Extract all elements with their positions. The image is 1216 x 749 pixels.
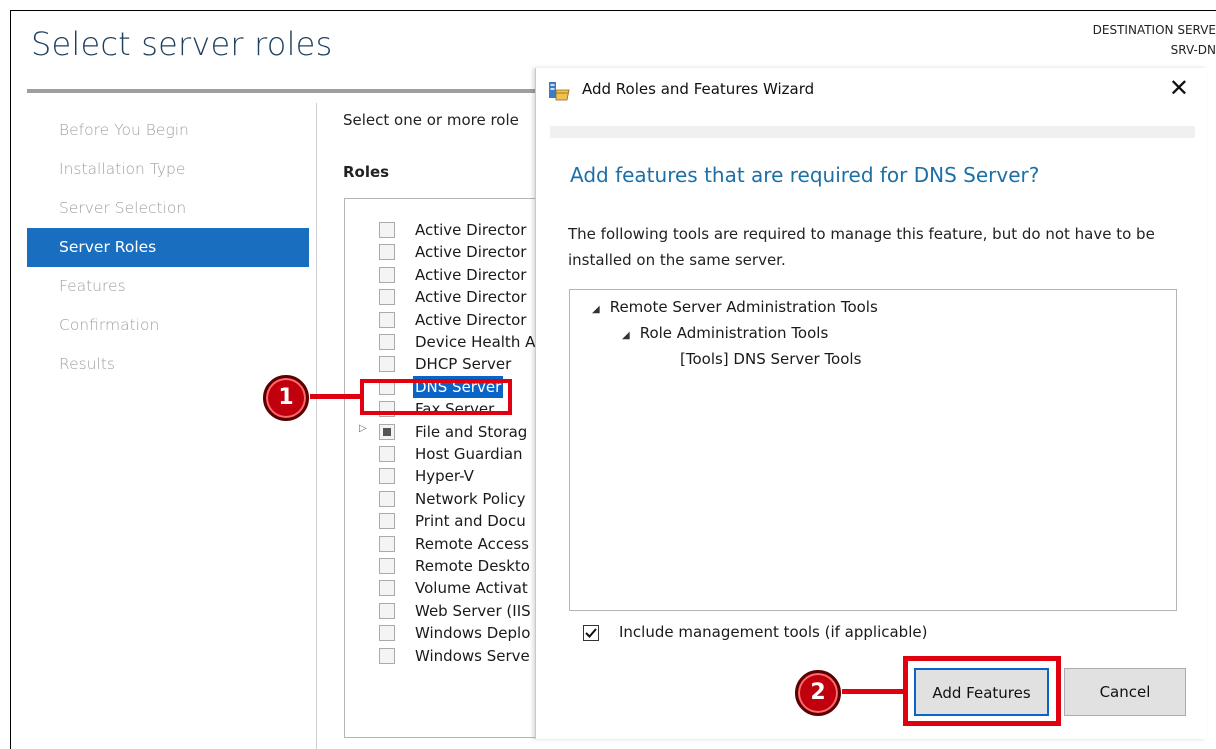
- dialog-description: The following tools are required to mana…: [568, 225, 1155, 269]
- role-label: Active Director: [415, 265, 527, 284]
- role-checkbox[interactable]: [379, 356, 395, 373]
- role-checkbox[interactable]: [379, 580, 395, 597]
- role-checkbox[interactable]: [379, 222, 395, 238]
- roles-list[interactable]: Active Director Active Director Active Dir…: [344, 198, 564, 738]
- role-row[interactable]: ▷ File and Storag: [345, 421, 563, 444]
- tree-item-role-admin-tools[interactable]: ◢ Role Administration Tools: [622, 324, 828, 342]
- role-label: Active Director: [415, 243, 527, 262]
- role-checkbox[interactable]: [379, 468, 395, 485]
- role-label: Active Director: [415, 221, 527, 239]
- role-row[interactable]: Network Policy: [345, 488, 563, 511]
- role-label: Volume Activat: [415, 579, 528, 598]
- role-label: File and Storag: [415, 422, 528, 441]
- role-row[interactable]: Active Director: [345, 309, 563, 332]
- nav-item-server-selection[interactable]: Server Selection: [27, 189, 309, 228]
- cancel-button[interactable]: Cancel: [1064, 668, 1186, 716]
- callout-1-highlight: [360, 379, 512, 415]
- wizard-app-icon: [549, 82, 570, 101]
- nav-item-results[interactable]: Results: [27, 345, 309, 384]
- nav-item-before-you-begin[interactable]: Before You Begin: [27, 111, 309, 150]
- role-label: Web Server (IIS: [415, 601, 531, 620]
- header-divider: [27, 89, 547, 93]
- role-checkbox[interactable]: [379, 244, 395, 261]
- role-row[interactable]: Windows Deplo: [345, 622, 563, 645]
- callout-2-connector: [842, 689, 905, 694]
- include-management-tools-label: Include management tools (if applicable): [619, 623, 928, 641]
- role-row[interactable]: Active Director: [345, 219, 563, 242]
- role-row[interactable]: Hyper-V: [345, 465, 563, 488]
- close-icon[interactable]: ✕: [1169, 74, 1189, 102]
- expanded-triangle-icon[interactable]: ◢: [622, 330, 630, 341]
- checkmark-icon: [585, 628, 597, 638]
- required-features-tree: ◢ Remote Server Administration Tools ◢ Rol…: [569, 289, 1177, 611]
- page-title: Select server roles: [31, 25, 333, 63]
- role-label: Remote Access: [415, 534, 529, 553]
- expand-triangle-icon[interactable]: ▷: [359, 423, 367, 434]
- role-label: Active Director: [415, 288, 527, 307]
- role-checkbox[interactable]: [379, 423, 395, 440]
- destination-server-label: DESTINATION SERVE: [1092, 23, 1216, 37]
- role-checkbox[interactable]: [379, 289, 395, 306]
- role-checkbox[interactable]: [379, 334, 395, 350]
- dialog-titlebar: Add Roles and Features Wizard ✕: [536, 68, 1207, 108]
- role-row[interactable]: Host Guardian: [345, 443, 563, 466]
- roles-heading: Roles: [343, 163, 390, 181]
- role-label: Windows Serve: [415, 646, 530, 665]
- role-checkbox[interactable]: [379, 558, 395, 574]
- wizard-nav: Before You Begin Installation Type Serve…: [27, 111, 309, 384]
- destination-server-name: SRV-DN: [1170, 43, 1216, 57]
- role-label: DHCP Server: [415, 355, 512, 374]
- nav-item-confirmation[interactable]: Confirmation: [27, 306, 309, 345]
- role-label: Windows Deplo: [415, 624, 531, 643]
- expanded-triangle-icon[interactable]: ◢: [592, 304, 600, 315]
- callout-2-badge: 2: [795, 670, 841, 716]
- role-checkbox[interactable]: [379, 311, 395, 328]
- tree-item-dns-server-tools[interactable]: [Tools] DNS Server Tools: [680, 350, 861, 368]
- role-checkbox[interactable]: [379, 513, 395, 530]
- role-label: Host Guardian: [415, 445, 523, 463]
- dialog-title: Add Roles and Features Wizard: [582, 80, 815, 98]
- role-row[interactable]: Active Director: [345, 286, 563, 309]
- nav-item-installation-type[interactable]: Installation Type: [27, 150, 309, 189]
- role-row[interactable]: Active Director: [345, 241, 563, 264]
- role-row[interactable]: Volume Activat: [345, 577, 563, 600]
- role-checkbox[interactable]: [379, 490, 395, 507]
- callout-1-connector: [310, 394, 364, 399]
- role-label: Hyper-V: [415, 467, 474, 486]
- role-row[interactable]: Active Director: [345, 264, 563, 287]
- role-checkbox[interactable]: [379, 625, 395, 642]
- role-checkbox[interactable]: [379, 446, 395, 462]
- callout-2-highlight: [903, 656, 1061, 726]
- role-checkbox[interactable]: [379, 266, 395, 283]
- role-row[interactable]: Windows Serve: [345, 645, 563, 668]
- role-row[interactable]: Device Health A: [345, 331, 563, 354]
- role-label: Device Health A: [415, 333, 536, 351]
- role-checkbox[interactable]: [379, 647, 395, 664]
- include-management-tools-checkbox[interactable]: [583, 625, 599, 641]
- role-label: Remote Deskto: [415, 557, 530, 575]
- role-checkbox[interactable]: [379, 602, 395, 619]
- nav-item-features[interactable]: Features: [27, 267, 309, 306]
- role-row[interactable]: Print and Docu: [345, 510, 563, 533]
- role-row[interactable]: Remote Deskto: [345, 555, 563, 578]
- role-checkbox[interactable]: [379, 535, 395, 552]
- roles-intro-text: Select one or more role: [343, 111, 519, 129]
- dialog-heading: Add features that are required for DNS S…: [570, 163, 1040, 187]
- role-label: Network Policy: [415, 489, 526, 508]
- callout-1-badge: 1: [263, 375, 309, 421]
- role-label: Active Director: [415, 310, 527, 329]
- role-row[interactable]: Remote Access: [345, 533, 563, 556]
- role-row[interactable]: Web Server (IIS: [345, 600, 563, 623]
- role-row[interactable]: DHCP Server: [345, 353, 563, 376]
- tree-item-remote-server-admin-tools[interactable]: ◢ Remote Server Administration Tools: [592, 298, 878, 316]
- role-label: Print and Docu: [415, 512, 526, 531]
- nav-divider: [316, 103, 317, 749]
- nav-item-server-roles[interactable]: Server Roles: [27, 228, 309, 267]
